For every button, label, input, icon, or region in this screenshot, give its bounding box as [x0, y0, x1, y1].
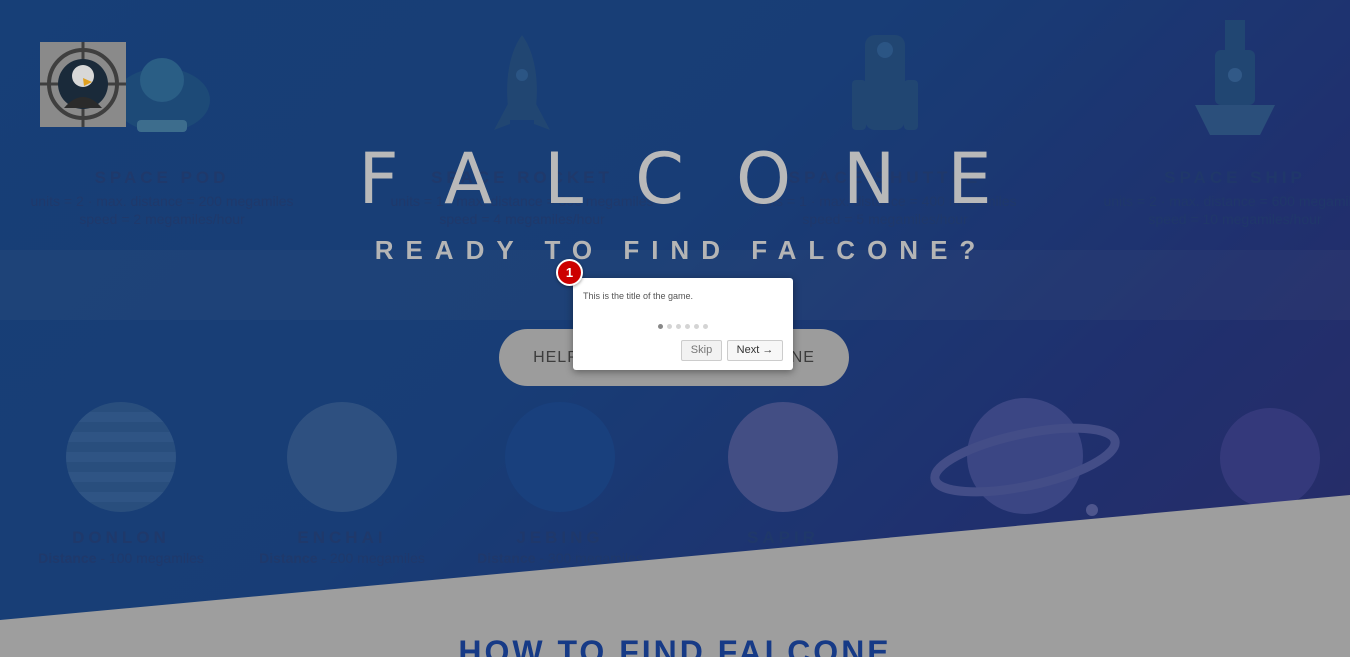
game-logo — [40, 42, 126, 127]
tour-dot[interactable] — [685, 324, 690, 330]
how-to-find-heading: HOW TO FIND FALCONE — [458, 634, 892, 657]
tour-dot[interactable] — [676, 324, 681, 330]
tour-dot[interactable] — [703, 324, 708, 330]
tour-dot[interactable] — [667, 324, 672, 330]
tour-dot[interactable] — [694, 324, 699, 330]
eagle-logo-icon — [40, 42, 126, 127]
tour-progress-dots — [573, 318, 793, 336]
tour-next-button[interactable]: Next → — [727, 340, 783, 361]
tour-skip-button[interactable]: Skip — [681, 340, 722, 361]
tour-step-badge: 1 — [556, 259, 583, 286]
tour-step-text: This is the title of the game. — [583, 291, 694, 301]
game-title: FALCONE — [358, 138, 1044, 220]
tour-tooltip: This is the title of the game. Skip Next… — [573, 278, 793, 370]
game-tagline: READY TO FIND FALCONE? — [374, 235, 988, 265]
tour-dot-active[interactable] — [658, 324, 663, 330]
